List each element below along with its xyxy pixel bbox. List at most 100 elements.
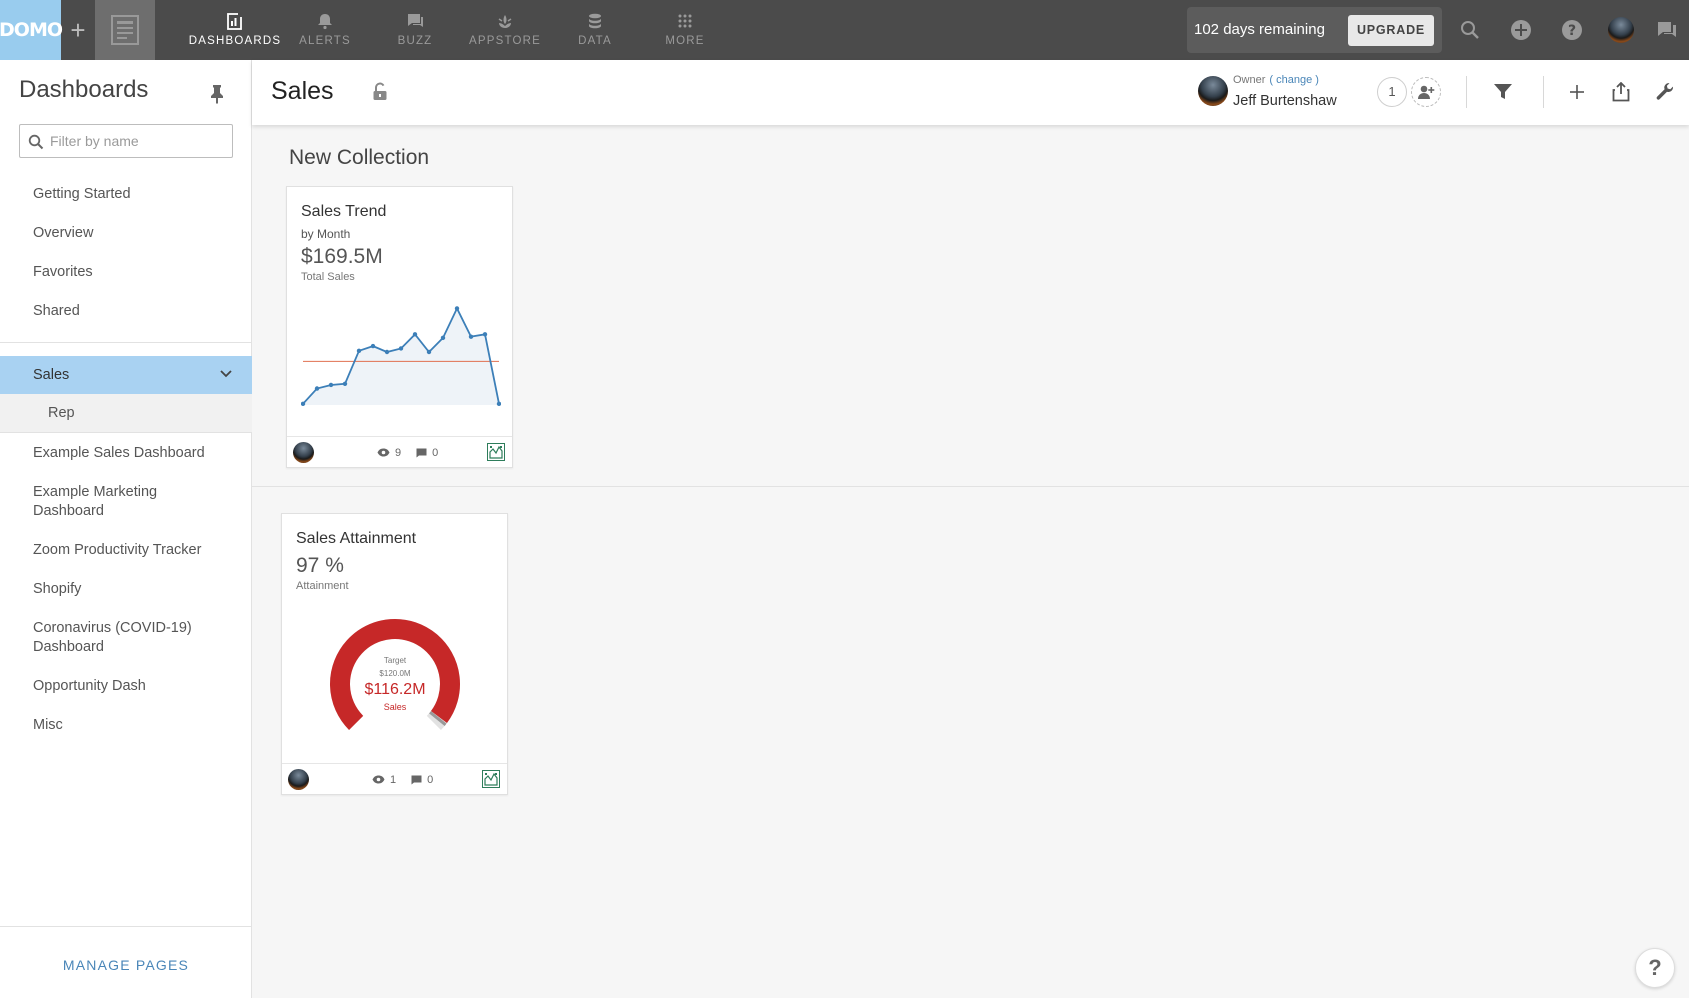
- nav-label: ALERTS: [299, 35, 351, 47]
- card-sales-trend[interactable]: Sales Trend by Month $169.5M Total Sales…: [286, 186, 513, 468]
- sidebar-item-getting-started[interactable]: Getting Started: [0, 185, 252, 204]
- sidebar-item-coronavirus-dashboard[interactable]: Coronavirus (COVID-19) Dashboard: [0, 619, 252, 657]
- sidebar-item-overview[interactable]: Overview: [0, 224, 252, 243]
- sidebar-item-label: Sales: [33, 367, 70, 383]
- owner-name: Jeff Burtenshaw: [1233, 93, 1337, 109]
- nav-buzz[interactable]: BUZZ: [370, 0, 460, 60]
- chart-point[interactable]: [468, 334, 474, 339]
- gauge-value: $116.2M: [364, 681, 425, 698]
- unlock-icon[interactable]: [372, 82, 388, 107]
- chart-point[interactable]: [482, 332, 488, 337]
- grid-icon: [678, 14, 692, 28]
- sidebar-subitem-rep[interactable]: Rep: [0, 394, 252, 433]
- main-nav: DASHBOARDS ALERTS BUZZ APPSTORE DATA MOR…: [188, 0, 730, 60]
- sidebar-item-shopify[interactable]: Shopify: [0, 580, 252, 599]
- help-circle-icon[interactable]: ?: [1560, 18, 1584, 42]
- chart-point[interactable]: [328, 382, 334, 388]
- card-sales-attainment[interactable]: Sales Attainment 97 % Attainment Target …: [281, 513, 508, 795]
- chart-point[interactable]: [454, 306, 460, 311]
- page-header: Sales Owner( change ) Jeff Burtenshaw 1: [252, 60, 1689, 125]
- manage-pages-footer: MANAGE PAGES: [0, 926, 252, 998]
- nav-label: MORE: [665, 35, 705, 47]
- page-thumbnail-icon[interactable]: [95, 0, 155, 60]
- sidebar-item-example-marketing-dashboard[interactable]: Example Marketing Dashboard: [0, 483, 252, 521]
- wrench-icon[interactable]: [1653, 80, 1677, 104]
- appstore-icon: [498, 15, 512, 28]
- help-button[interactable]: ?: [1635, 948, 1675, 988]
- sidebar-item-example-sales-dashboard[interactable]: Example Sales Dashboard: [0, 444, 252, 463]
- pin-icon[interactable]: [210, 84, 224, 109]
- add-user-icon[interactable]: [1411, 77, 1441, 107]
- chart-point[interactable]: [426, 349, 432, 355]
- sidebar-item-sales[interactable]: Sales: [0, 356, 252, 394]
- add-circle-icon[interactable]: [1509, 18, 1533, 42]
- card-views-count: 1: [390, 773, 397, 786]
- filter-input[interactable]: [50, 125, 228, 157]
- card-stats: 1 0: [372, 764, 433, 795]
- nav-more[interactable]: MORE: [640, 0, 730, 60]
- dataset-icon[interactable]: [487, 443, 505, 461]
- chart-point[interactable]: [398, 346, 404, 351]
- card-subtitle: by Month: [301, 227, 351, 241]
- comment-icon: [416, 448, 427, 457]
- chart-point[interactable]: [440, 335, 446, 341]
- sidebar-item-favorites[interactable]: Favorites: [0, 263, 252, 282]
- nav-appstore[interactable]: APPSTORE: [460, 0, 550, 60]
- sidebar-title: Dashboards: [19, 76, 149, 103]
- card-title[interactable]: Sales Attainment: [296, 530, 416, 548]
- sidebar-item-opportunity-dash[interactable]: Opportunity Dash: [0, 677, 252, 696]
- chart-point[interactable]: [496, 401, 501, 407]
- nav-label: DASHBOARDS: [188, 35, 282, 47]
- sidebar-item-zoom-productivity-tracker[interactable]: Zoom Productivity Tracker: [0, 541, 252, 560]
- eye-icon: [377, 448, 390, 457]
- messages-icon[interactable]: [1655, 18, 1679, 42]
- nav-alerts[interactable]: ALERTS: [280, 0, 370, 60]
- owner-change-link[interactable]: ( change ): [1269, 74, 1319, 86]
- card-title[interactable]: Sales Trend: [301, 203, 386, 221]
- filter-icon[interactable]: [1491, 80, 1515, 104]
- chart-point[interactable]: [356, 348, 362, 354]
- manage-pages-link[interactable]: MANAGE PAGES: [0, 957, 252, 973]
- card-summary-value: 97 %: [296, 554, 344, 577]
- header-divider: [1466, 76, 1467, 108]
- shared-users-count[interactable]: 1: [1377, 77, 1407, 107]
- sidebar-item-shared[interactable]: Shared: [0, 302, 252, 321]
- database-icon: [589, 13, 601, 29]
- chevron-down-icon[interactable]: [220, 370, 232, 378]
- plus-icon[interactable]: +: [64, 14, 92, 46]
- sales-attainment-gauge[interactable]: Target $120.0M $116.2M Sales: [320, 614, 470, 744]
- upgrade-button[interactable]: UPGRADE: [1348, 15, 1434, 46]
- filter-by-name-field[interactable]: [19, 124, 233, 158]
- eye-icon: [372, 775, 385, 784]
- owner-label-text: Owner: [1233, 74, 1266, 86]
- sidebar-item-misc[interactable]: Misc: [0, 716, 252, 735]
- user-avatar[interactable]: [1608, 17, 1634, 43]
- card-summary-label: Total Sales: [301, 271, 355, 283]
- share-export-icon[interactable]: [1609, 80, 1633, 104]
- chart-point[interactable]: [301, 401, 306, 407]
- chart-point[interactable]: [412, 332, 418, 337]
- owner-avatar[interactable]: [1198, 76, 1228, 106]
- sidebar-divider: [0, 342, 252, 343]
- chart-point[interactable]: [342, 381, 348, 386]
- card-footer: 9 0: [287, 436, 512, 467]
- search-icon[interactable]: [1458, 18, 1482, 42]
- card-stats: 9 0: [377, 437, 438, 468]
- chart-area-fill: [303, 308, 499, 405]
- top-navigation-bar: DOMO + DASHBOARDS ALERTS BUZZ APPSTORE D…: [0, 0, 1689, 60]
- card-owner-avatar[interactable]: [288, 769, 309, 790]
- nav-data[interactable]: DATA: [550, 0, 640, 60]
- add-card-icon[interactable]: [1565, 80, 1589, 104]
- nav-dashboards[interactable]: DASHBOARDS: [188, 0, 282, 60]
- card-comments-count: 0: [432, 446, 439, 459]
- header-divider: [1543, 76, 1544, 108]
- chart-point[interactable]: [314, 386, 320, 391]
- domo-logo[interactable]: DOMO: [0, 0, 63, 60]
- card-owner-avatar[interactable]: [293, 442, 314, 463]
- chart-point[interactable]: [370, 343, 376, 349]
- comment-icon: [411, 775, 422, 784]
- sales-trend-chart[interactable]: [301, 297, 501, 407]
- card-views-count: 9: [395, 446, 402, 459]
- dataset-icon[interactable]: [482, 770, 500, 788]
- chart-point[interactable]: [384, 349, 390, 355]
